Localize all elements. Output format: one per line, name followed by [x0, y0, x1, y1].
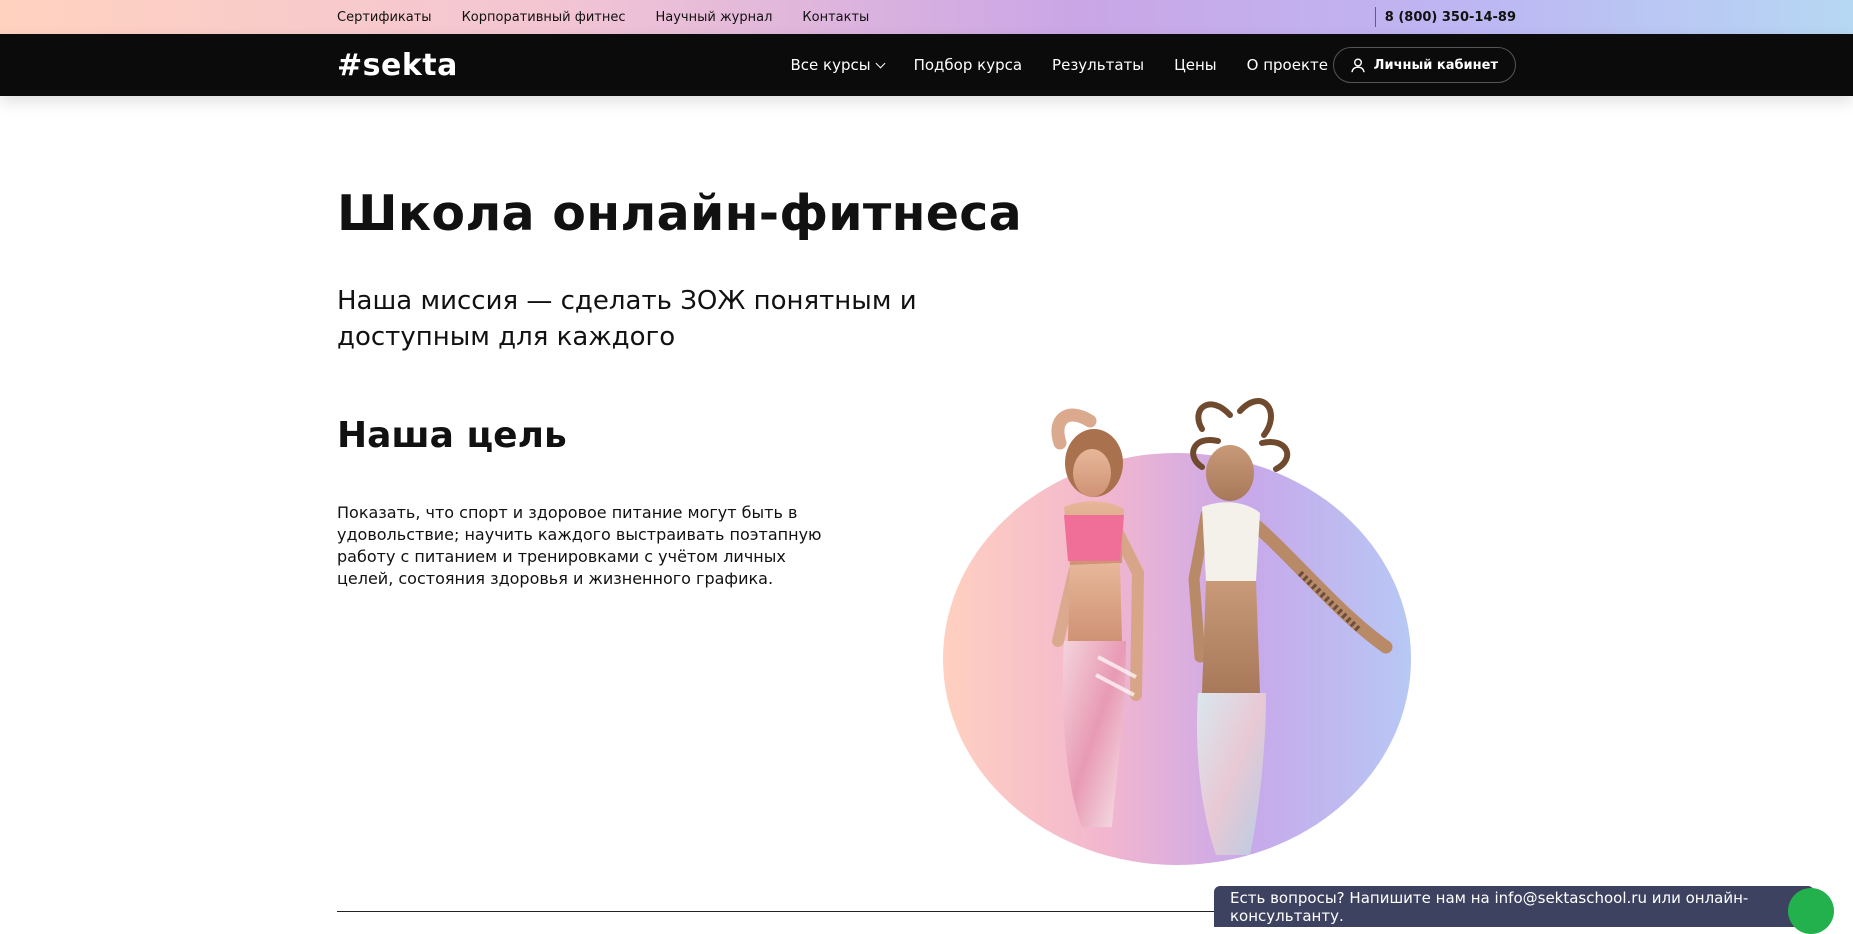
- top-link-certificates[interactable]: Сертификаты: [337, 10, 432, 25]
- nav-item-course-selection[interactable]: Подбор курса: [914, 56, 1022, 74]
- top-bar: Сертификаты Корпоративный фитнес Научный…: [0, 0, 1853, 34]
- top-links: Сертификаты Корпоративный фитнес Научный…: [337, 0, 869, 34]
- nav-item-label: Все курсы: [790, 56, 871, 74]
- mission-statement: Наша миссия — сделать ЗОЖ понятным и дос…: [337, 286, 917, 352]
- chat-widget[interactable]: Есть вопросы? Напишите нам на info@sekta…: [1214, 886, 1814, 927]
- nav-menu: Все курсы Подбор курса Результаты Цены О…: [791, 34, 1329, 96]
- logo[interactable]: #sekta: [337, 34, 458, 96]
- account-button-label: Личный кабинет: [1373, 57, 1498, 73]
- nav-item-results[interactable]: Результаты: [1052, 56, 1144, 74]
- user-icon: [1350, 58, 1365, 72]
- hero-image: [943, 398, 1411, 865]
- chat-widget-text: Есть вопросы? Напишите нам на info@sekta…: [1230, 888, 1749, 925]
- phone-number[interactable]: 8 (800) 350-14-89: [1385, 0, 1516, 34]
- page-title: Школа онлайн-фитнеса: [337, 185, 1023, 242]
- goal-heading: Наша цель: [337, 415, 567, 456]
- main-nav: #sekta Все курсы Подбор курса Результаты…: [0, 34, 1853, 96]
- top-link-science-journal[interactable]: Научный журнал: [656, 10, 773, 25]
- goal-description: Показать, что спорт и здоровое питание м…: [337, 503, 822, 588]
- top-divider: [1375, 7, 1376, 27]
- top-link-contacts[interactable]: Контакты: [802, 10, 869, 25]
- top-link-corporate-fitness[interactable]: Корпоративный фитнес: [462, 10, 626, 25]
- nav-item-prices[interactable]: Цены: [1174, 56, 1217, 74]
- nav-item-about[interactable]: О проекте: [1247, 56, 1328, 74]
- nav-item-all-courses[interactable]: Все курсы: [790, 56, 886, 74]
- account-button[interactable]: Личный кабинет: [1332, 47, 1516, 83]
- chevron-down-icon: [875, 58, 886, 68]
- chat-status-icon[interactable]: [1788, 888, 1834, 934]
